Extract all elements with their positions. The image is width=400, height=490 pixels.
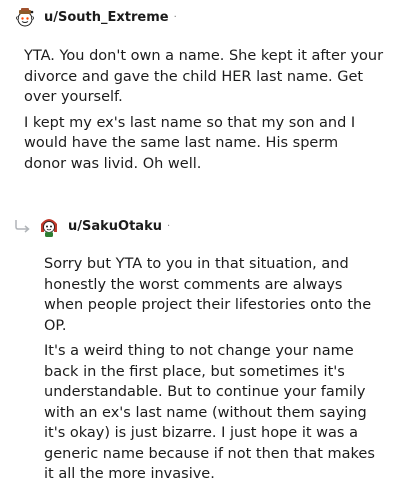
separator-dot: · <box>166 220 171 232</box>
comment-paragraph: It's a weird thing to not change your na… <box>44 343 375 482</box>
comment-body: YTA. You don't own a name. She kept it a… <box>24 46 384 179</box>
separator-dot: · <box>173 11 177 23</box>
reply-arrow-icon <box>15 220 30 233</box>
snoo-avatar-icon[interactable] <box>14 6 36 28</box>
comment-paragraph: Sorry but YTA to you in that situation, … <box>44 256 372 334</box>
comment-paragraph: I kept my ex's last name so that my son … <box>24 114 356 172</box>
comment-body: Sorry but YTA to you in that situation, … <box>44 254 384 490</box>
comment-username[interactable]: u/South_Extreme <box>44 10 169 25</box>
comment-header: u/South_Extreme · <box>14 5 177 29</box>
comment-username[interactable]: u/SakuOtaku <box>68 219 162 234</box>
snoo-avatar-red-hair-icon[interactable] <box>38 215 60 237</box>
comment-header: u/SakuOtaku · <box>14 214 170 238</box>
comment-paragraph: YTA. You don't own a name. She kept it a… <box>24 48 384 105</box>
